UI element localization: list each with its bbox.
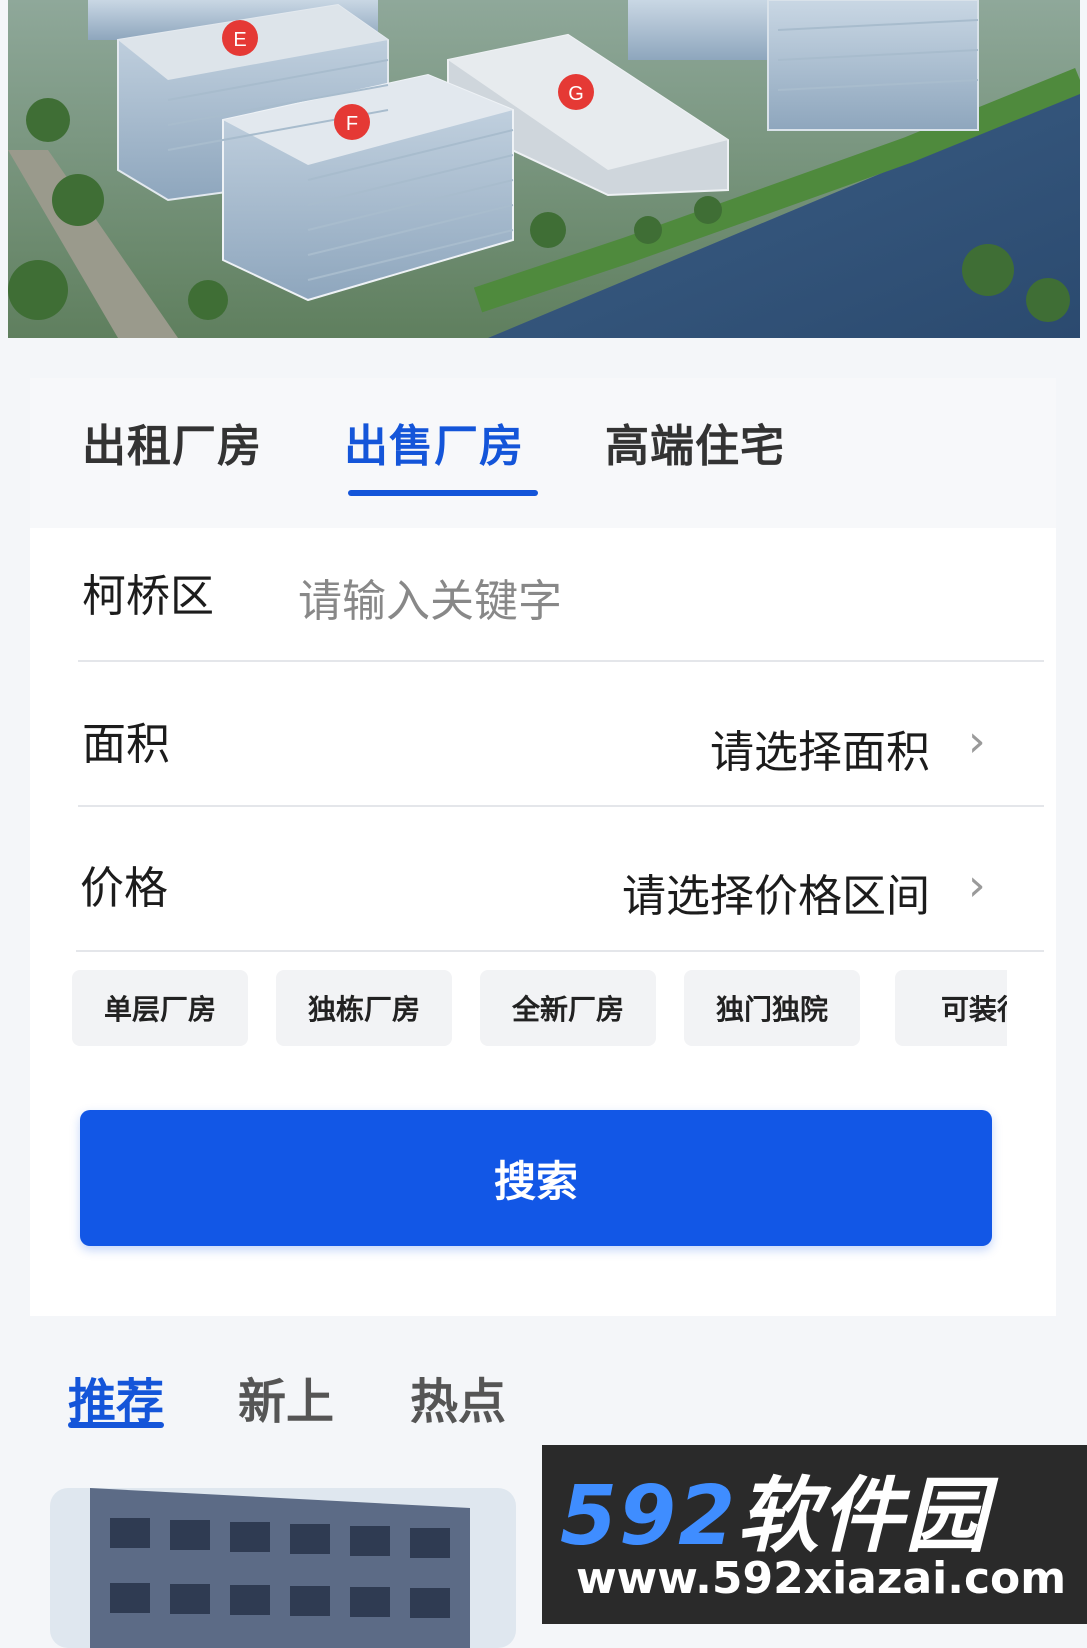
watermark-brand: 592软件园 — [560, 1449, 989, 1568]
district-selector[interactable]: 柯桥区 — [82, 560, 214, 624]
watermark-logo: 592软件园 www.592xiazai.com — [542, 1445, 1087, 1624]
tag-brand-new[interactable]: 全新厂房 — [480, 970, 656, 1046]
watermark-url: www.592xiazai.com — [576, 1553, 1067, 1604]
listing-building-photo — [50, 1488, 516, 1648]
divider — [78, 660, 1044, 662]
active-subtab-indicator — [68, 1422, 164, 1428]
marker-g: G — [568, 83, 584, 105]
active-tab-indicator — [348, 490, 538, 496]
watermark-brand-text: 软件园 — [737, 1469, 990, 1564]
tag-scroll-clip: 可装行 — [895, 970, 1007, 1050]
divider — [76, 950, 1044, 952]
watermark-brand-number: 592 — [560, 1469, 738, 1564]
tab-hot[interactable]: 热点 — [410, 1362, 506, 1432]
chevron-right-icon[interactable]: › — [968, 716, 986, 767]
tag-single-floor[interactable]: 单层厂房 — [72, 970, 248, 1046]
tab-luxury-residence[interactable]: 高端住宅 — [605, 410, 785, 474]
tab-new-listing[interactable]: 新上 — [238, 1362, 334, 1432]
hero-illustration: E F G — [8, 0, 1080, 338]
search-button[interactable]: 搜索 — [80, 1110, 992, 1246]
marker-e: E — [233, 29, 246, 51]
price-label: 价格 — [80, 863, 168, 914]
tab-rent-factory[interactable]: 出租厂房 — [82, 410, 262, 474]
tag-private-yard[interactable]: 独门独院 — [684, 970, 860, 1046]
tag-decoratable[interactable]: 可装行 — [895, 970, 1007, 1046]
area-selector[interactable]: 请选择面积 — [620, 716, 930, 780]
tag-standalone[interactable]: 独栋厂房 — [276, 970, 452, 1046]
price-selector[interactable]: 请选择价格区间 — [560, 860, 930, 924]
keyword-input[interactable]: 请输入关键字 — [298, 565, 562, 629]
tab-sale-factory[interactable]: 出售厂房 — [344, 410, 524, 474]
divider — [78, 805, 1044, 807]
marker-f: F — [346, 113, 358, 135]
area-label: 面积 — [82, 719, 170, 770]
hero-banner-image[interactable]: E F G — [8, 0, 1080, 338]
listing-card-image[interactable] — [50, 1488, 516, 1648]
chevron-right-icon[interactable]: › — [968, 860, 986, 911]
